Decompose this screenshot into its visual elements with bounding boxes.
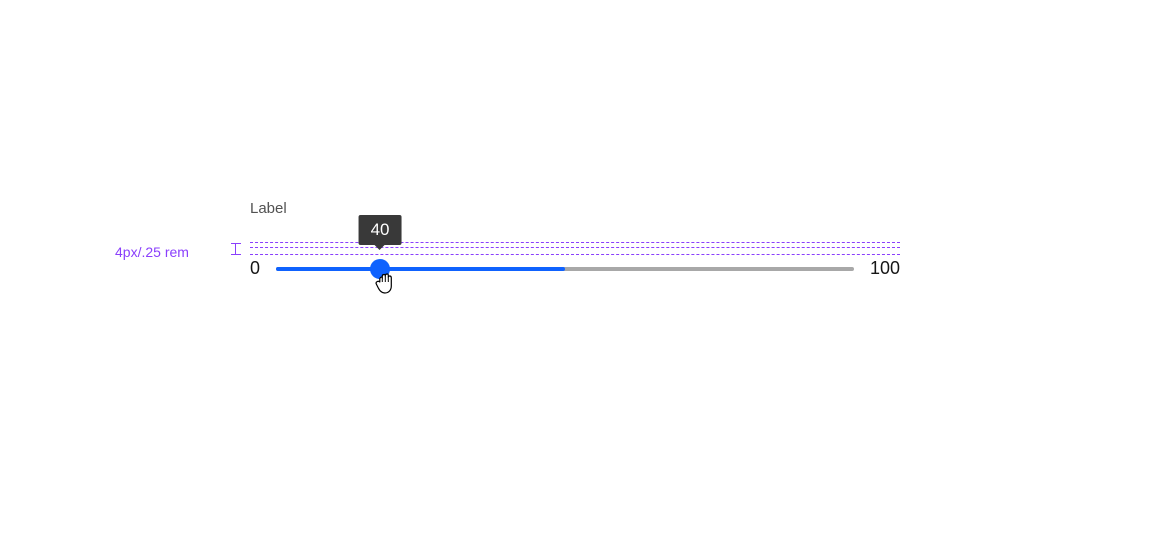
slider-max-value: 100 <box>870 258 900 279</box>
slider-row: 0 40 100 <box>250 258 900 279</box>
spacing-bracket-icon <box>231 243 241 255</box>
slider-thumb[interactable] <box>370 259 390 279</box>
slider-min-value: 0 <box>250 258 260 279</box>
slider-track[interactable]: 40 <box>276 267 854 271</box>
slider-value-tooltip: 40 <box>359 215 402 245</box>
slider-track-fill <box>276 267 565 271</box>
slider-label: Label <box>250 200 287 217</box>
spacing-annotation-text: 4px/.25 rem <box>115 244 189 260</box>
